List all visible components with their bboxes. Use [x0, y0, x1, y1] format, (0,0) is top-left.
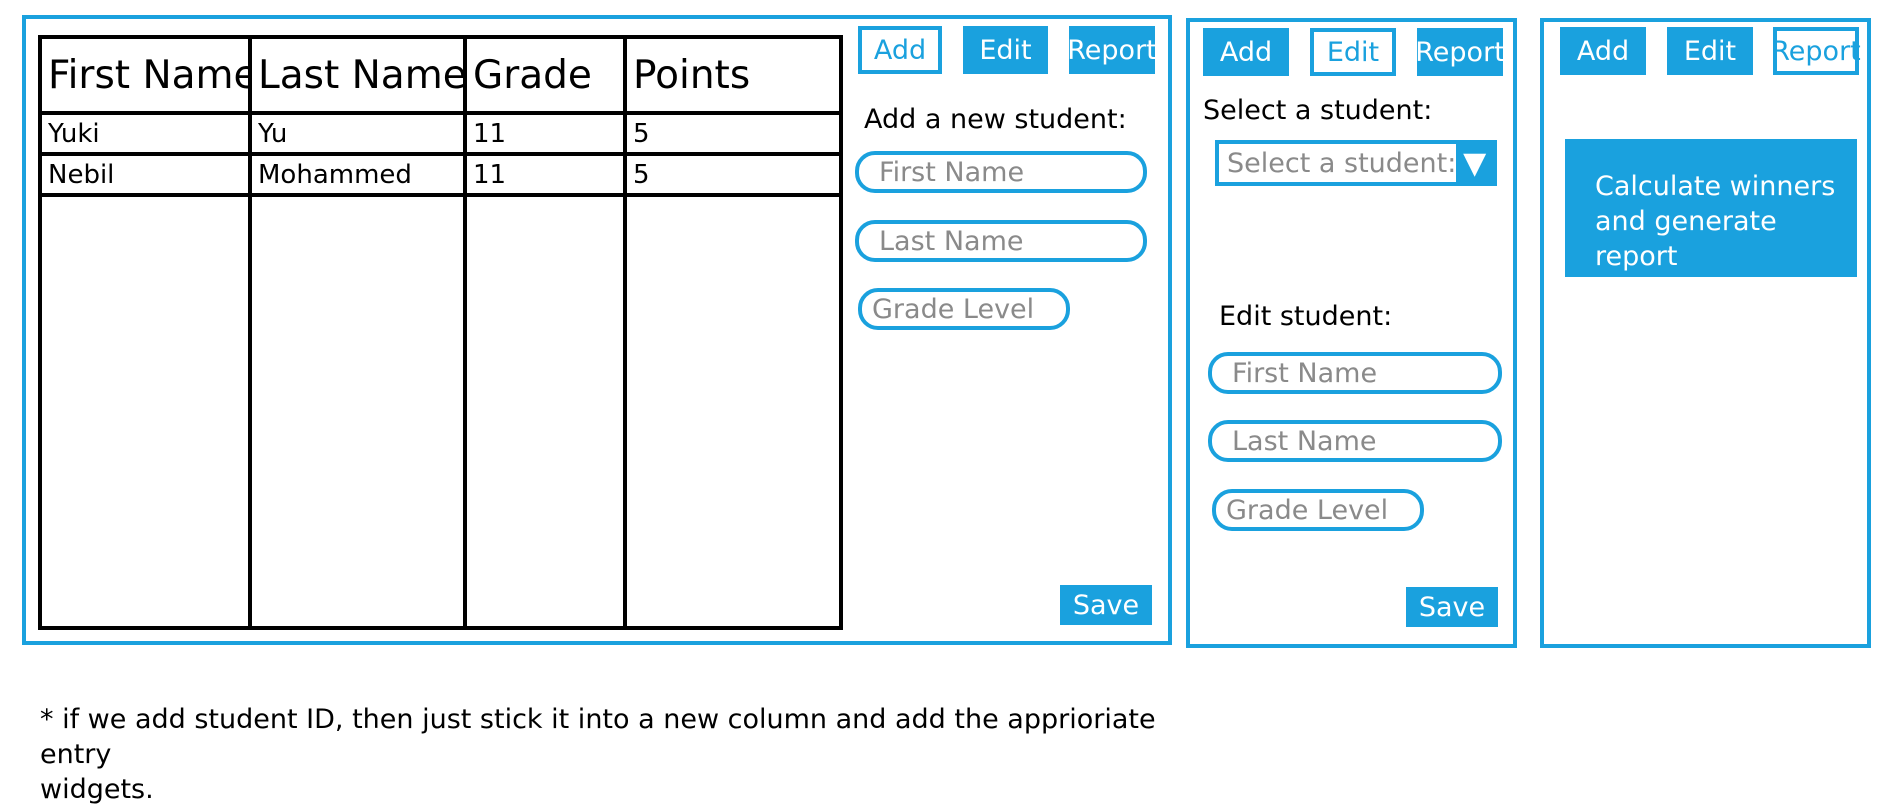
cell-first-name: Yuki: [38, 111, 252, 156]
table-row[interactable]: Nebil Mohammed 11 5: [38, 152, 843, 197]
edit-last-name-field[interactable]: Last Name: [1208, 420, 1502, 462]
report-tab-button[interactable]: Report: [1067, 26, 1157, 74]
select-student-heading: Select a student:: [1203, 95, 1433, 126]
edit-save-button[interactable]: Save: [1406, 587, 1498, 627]
chevron-down-icon[interactable]: ▼: [1456, 144, 1493, 182]
add-tab-button[interactable]: Add: [1203, 28, 1289, 76]
cell-points: 5: [623, 111, 843, 156]
footnote-text: * if we add student ID, then just stick …: [40, 702, 1190, 807]
column-header-last-name: Last Name: [248, 35, 467, 115]
footnote-line-1: * if we add student ID, then just stick …: [40, 704, 1156, 770]
add-tab-button[interactable]: Add: [858, 26, 942, 74]
table-row[interactable]: Yuki Yu 11 5: [38, 111, 843, 156]
students-table: First Name Last Name Grade Points Yuki Y…: [38, 35, 843, 630]
empty-cell: [463, 193, 627, 630]
column-header-first-name: First Name: [38, 35, 252, 115]
empty-cell: [248, 193, 467, 630]
column-header-points: Points: [623, 35, 843, 115]
empty-cell: [623, 193, 843, 630]
calculate-winners-label-line2: and generate report: [1595, 206, 1777, 272]
add-student-heading: Add a new student:: [864, 104, 1127, 135]
student-select-value: Select a student:: [1227, 147, 1457, 179]
report-tab-button[interactable]: Report: [1415, 28, 1505, 76]
report-tab-button[interactable]: Report: [1771, 27, 1861, 75]
cell-grade: 11: [463, 152, 627, 197]
cell-last-name: Mohammed: [248, 152, 467, 197]
add-grade-level-field[interactable]: Grade Level: [858, 288, 1070, 330]
edit-grade-level-field[interactable]: Grade Level: [1212, 489, 1424, 531]
edit-tab-button[interactable]: Edit: [963, 26, 1048, 74]
add-last-name-field[interactable]: Last Name: [855, 220, 1147, 262]
edit-tab-button[interactable]: Edit: [1667, 27, 1753, 75]
report-screen-frame: [1540, 18, 1871, 648]
edit-first-name-field[interactable]: First Name: [1208, 352, 1502, 394]
add-save-button[interactable]: Save: [1060, 585, 1152, 625]
cell-grade: 11: [463, 111, 627, 156]
student-select-dropdown[interactable]: Select a student: ▼: [1215, 140, 1497, 186]
calculate-winners-label-line1: Calculate winners: [1595, 171, 1836, 202]
add-tab-button[interactable]: Add: [1560, 27, 1646, 75]
cell-last-name: Yu: [248, 111, 467, 156]
empty-cell: [38, 193, 252, 630]
cell-first-name: Nebil: [38, 152, 252, 197]
calculate-winners-button[interactable]: Calculate winners and generate report: [1565, 139, 1857, 277]
edit-student-heading: Edit student:: [1219, 301, 1393, 332]
edit-tab-button[interactable]: Edit: [1310, 28, 1396, 76]
table-header-row: First Name Last Name Grade Points: [38, 35, 843, 115]
column-header-grade: Grade: [463, 35, 627, 115]
footnote-line-2: widgets.: [40, 774, 154, 805]
table-empty-row: [38, 193, 843, 630]
cell-points: 5: [623, 152, 843, 197]
add-first-name-field[interactable]: First Name: [855, 151, 1147, 193]
